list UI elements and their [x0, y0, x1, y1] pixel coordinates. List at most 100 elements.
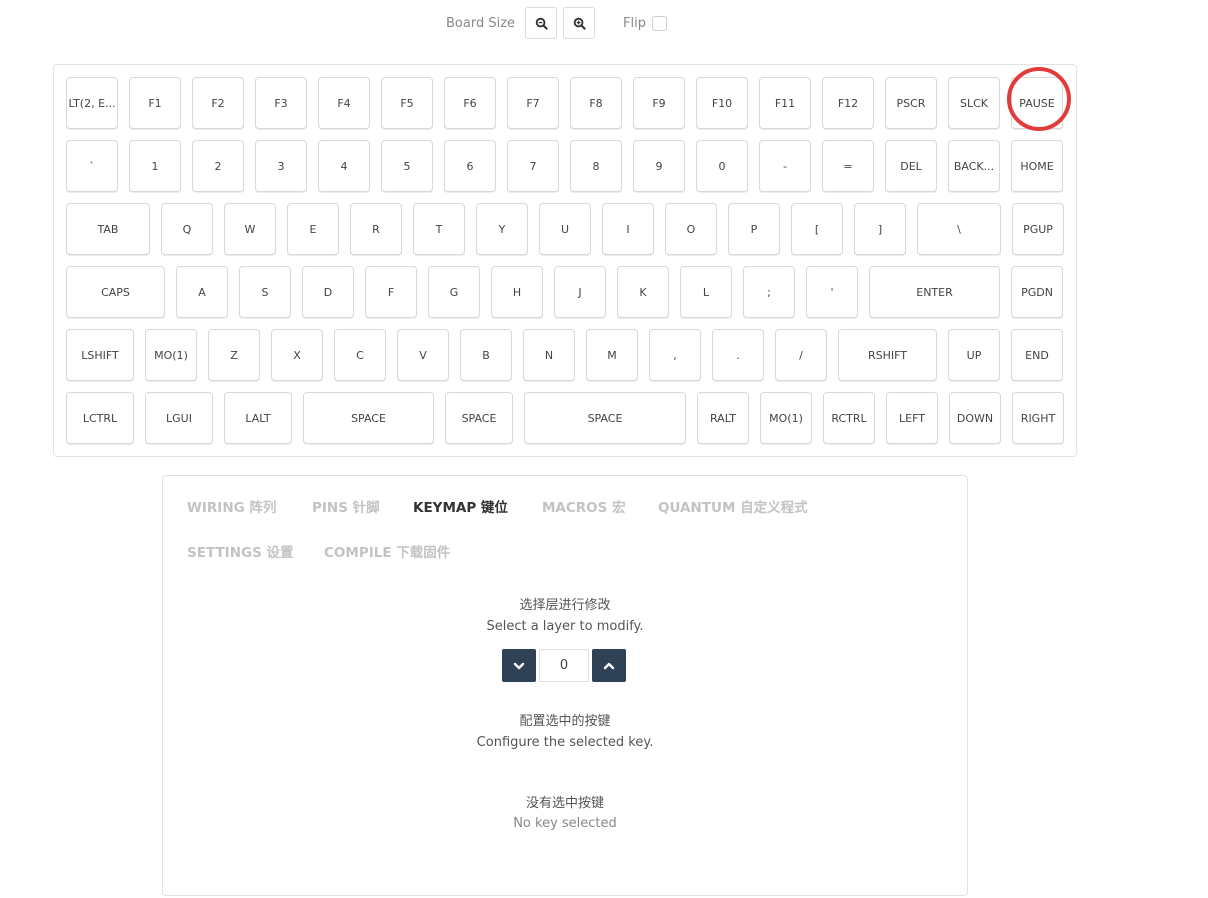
layer-up-button[interactable]	[592, 649, 626, 682]
key-5-3[interactable]: SPACE	[303, 392, 434, 444]
key-3-3[interactable]: D	[302, 266, 354, 318]
key-1-1[interactable]: 1	[129, 140, 181, 192]
tab-wiring[interactable]: WIRING 阵列	[187, 496, 276, 516]
key-5-10[interactable]: DOWN	[949, 392, 1001, 444]
key-1-5[interactable]: 5	[381, 140, 433, 192]
key-2-0[interactable]: TAB	[66, 203, 150, 255]
tab-pins[interactable]: PINS 针脚	[312, 496, 380, 516]
key-2-3[interactable]: E	[287, 203, 339, 255]
key-0-7[interactable]: F7	[507, 77, 559, 129]
key-2-8[interactable]: I	[602, 203, 654, 255]
layer-down-button[interactable]	[502, 649, 536, 682]
key-5-9[interactable]: LEFT	[886, 392, 938, 444]
key-0-12[interactable]: F12	[822, 77, 874, 129]
key-5-7[interactable]: MO(1)	[760, 392, 812, 444]
tab-quantum[interactable]: QUANTUM 自定义程式	[658, 496, 808, 516]
key-4-11[interactable]: /	[775, 329, 827, 381]
key-0-11[interactable]: F11	[759, 77, 811, 129]
key-3-13[interactable]: PGDN	[1011, 266, 1063, 318]
key-1-13[interactable]: DEL	[885, 140, 937, 192]
key-1-14[interactable]: BACK...	[948, 140, 1000, 192]
key-5-11[interactable]: RIGHT	[1012, 392, 1064, 444]
key-5-8[interactable]: RCTRL	[823, 392, 875, 444]
key-1-15[interactable]: HOME	[1011, 140, 1063, 192]
key-5-4[interactable]: SPACE	[445, 392, 513, 444]
key-4-9[interactable]: ,	[649, 329, 701, 381]
key-1-10[interactable]: 0	[696, 140, 748, 192]
tab-keymap[interactable]: KEYMAP 键位	[413, 496, 508, 516]
layer-value[interactable]: 0	[539, 649, 589, 682]
key-0-5[interactable]: F5	[381, 77, 433, 129]
tab-macros[interactable]: MACROS 宏	[542, 496, 626, 516]
key-3-2[interactable]: S	[239, 266, 291, 318]
key-2-11[interactable]: [	[791, 203, 843, 255]
key-2-5[interactable]: T	[413, 203, 465, 255]
key-0-1[interactable]: F1	[129, 77, 181, 129]
key-0-8[interactable]: F8	[570, 77, 622, 129]
key-1-8[interactable]: 8	[570, 140, 622, 192]
key-1-2[interactable]: 2	[192, 140, 244, 192]
key-3-12[interactable]: ENTER	[869, 266, 1000, 318]
key-5-0[interactable]: LCTRL	[66, 392, 134, 444]
key-4-8[interactable]: M	[586, 329, 638, 381]
key-2-4[interactable]: R	[350, 203, 402, 255]
key-1-4[interactable]: 4	[318, 140, 370, 192]
key-0-15[interactable]: PAUSE	[1011, 77, 1063, 129]
key-2-7[interactable]: U	[539, 203, 591, 255]
key-5-2[interactable]: LALT	[224, 392, 292, 444]
tab-settings[interactable]: SETTINGS 设置	[187, 541, 294, 561]
key-5-6[interactable]: RALT	[697, 392, 749, 444]
flip-checkbox[interactable]	[651, 15, 667, 31]
key-1-7[interactable]: 7	[507, 140, 559, 192]
key-2-10[interactable]: P	[728, 203, 780, 255]
key-4-1[interactable]: MO(1)	[145, 329, 197, 381]
key-3-11[interactable]: '	[806, 266, 858, 318]
key-4-3[interactable]: X	[271, 329, 323, 381]
zoom-out-button[interactable]	[525, 7, 558, 39]
key-4-4[interactable]: C	[334, 329, 386, 381]
key-2-13[interactable]: \	[917, 203, 1001, 255]
key-4-12[interactable]: RSHIFT	[838, 329, 937, 381]
key-3-5[interactable]: G	[428, 266, 480, 318]
key-2-14[interactable]: PGUP	[1012, 203, 1064, 255]
key-3-10[interactable]: ;	[743, 266, 795, 318]
key-3-8[interactable]: K	[617, 266, 669, 318]
key-4-5[interactable]: V	[397, 329, 449, 381]
key-4-14[interactable]: END	[1011, 329, 1063, 381]
key-1-0[interactable]: `	[66, 140, 118, 192]
zoom-in-button[interactable]	[563, 7, 596, 39]
key-1-9[interactable]: 9	[633, 140, 685, 192]
key-5-5[interactable]: SPACE	[524, 392, 686, 444]
key-1-6[interactable]: 6	[444, 140, 496, 192]
key-0-2[interactable]: F2	[192, 77, 244, 129]
key-3-1[interactable]: A	[176, 266, 228, 318]
key-0-13[interactable]: PSCR	[885, 77, 937, 129]
key-1-3[interactable]: 3	[255, 140, 307, 192]
key-0-10[interactable]: F10	[696, 77, 748, 129]
key-1-11[interactable]: -	[759, 140, 811, 192]
key-0-14[interactable]: SLCK	[948, 77, 1000, 129]
key-3-0[interactable]: CAPS	[66, 266, 165, 318]
key-4-10[interactable]: .	[712, 329, 764, 381]
key-3-6[interactable]: H	[491, 266, 543, 318]
key-4-13[interactable]: UP	[948, 329, 1000, 381]
key-4-0[interactable]: LSHIFT	[66, 329, 134, 381]
key-5-1[interactable]: LGUI	[145, 392, 213, 444]
tab-compile[interactable]: COMPILE 下载固件	[324, 541, 450, 561]
key-2-1[interactable]: Q	[161, 203, 213, 255]
key-3-4[interactable]: F	[365, 266, 417, 318]
key-2-9[interactable]: O	[665, 203, 717, 255]
key-3-7[interactable]: J	[554, 266, 606, 318]
key-2-12[interactable]: ]	[854, 203, 906, 255]
key-4-7[interactable]: N	[523, 329, 575, 381]
key-0-4[interactable]: F4	[318, 77, 370, 129]
key-4-6[interactable]: B	[460, 329, 512, 381]
key-2-2[interactable]: W	[224, 203, 276, 255]
key-0-0[interactable]: LT(2, E...	[66, 77, 118, 129]
key-4-2[interactable]: Z	[208, 329, 260, 381]
key-0-6[interactable]: F6	[444, 77, 496, 129]
key-1-12[interactable]: =	[822, 140, 874, 192]
key-0-3[interactable]: F3	[255, 77, 307, 129]
key-3-9[interactable]: L	[680, 266, 732, 318]
key-0-9[interactable]: F9	[633, 77, 685, 129]
